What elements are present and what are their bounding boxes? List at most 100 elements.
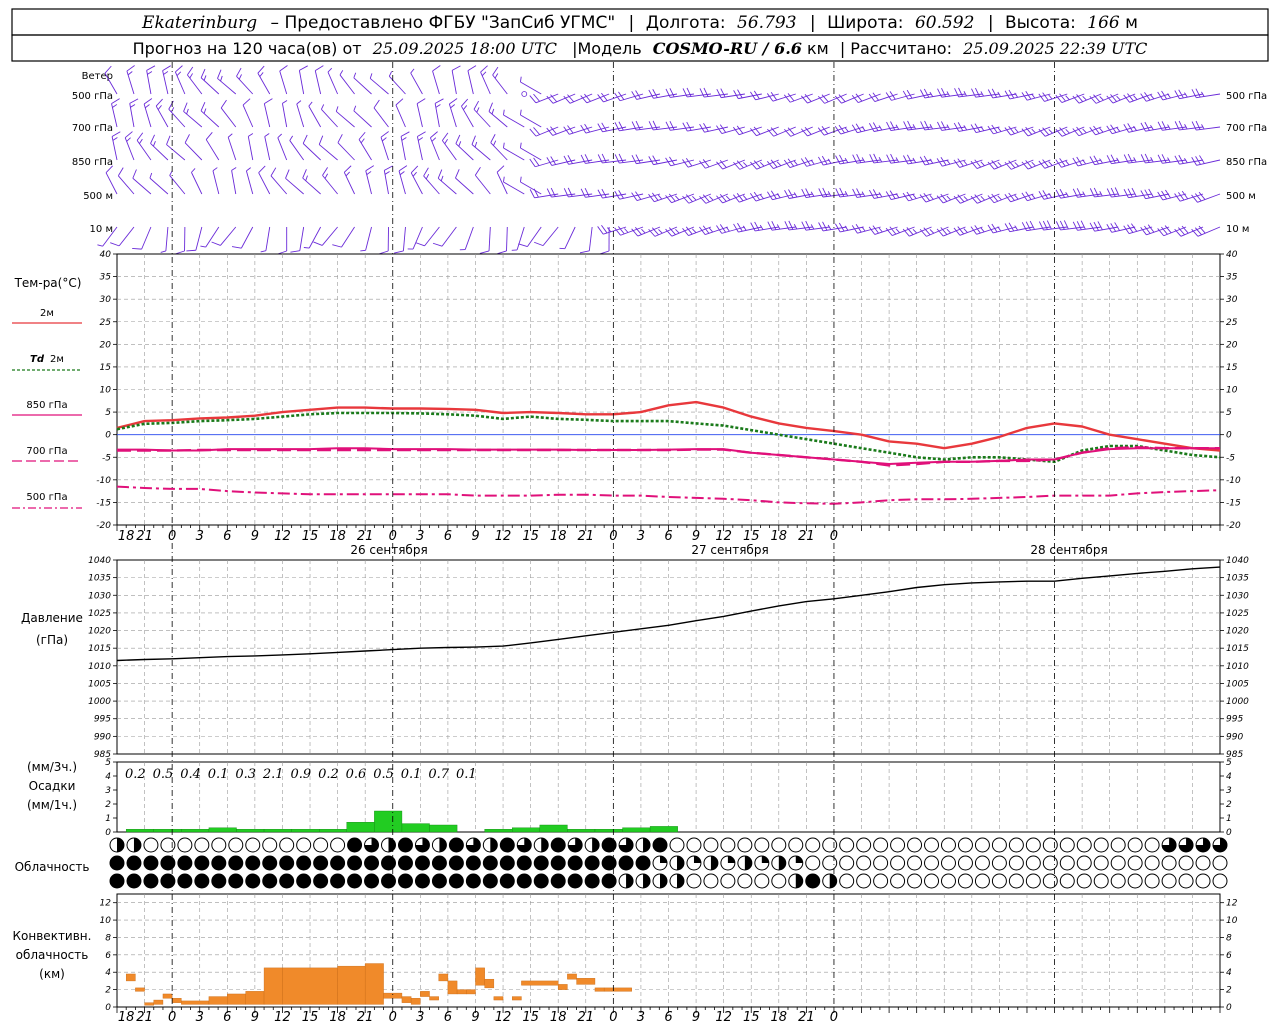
cloud-symbol-fill: [693, 856, 701, 863]
cloud-symbol: [262, 873, 278, 889]
cloud-symbol: [1178, 855, 1194, 871]
convective-bar: [558, 984, 568, 990]
wind-barb-shaft: [247, 136, 254, 161]
wind-barb-feather: [529, 95, 537, 104]
cloud-symbol: [397, 873, 413, 889]
wind-barb-feather: [1008, 89, 1015, 99]
wind-barb-feather: [868, 226, 876, 235]
wind-barb: [303, 226, 322, 249]
wind-barb-feather: [946, 195, 951, 201]
convective-bar: [282, 967, 338, 1005]
wind-barb-feather: [912, 124, 917, 130]
y-tick-label: 1035: [1226, 574, 1249, 584]
x-tick-label: 18: [771, 1010, 788, 1024]
wind-barb: [339, 70, 355, 95]
y-tick-label: 25: [1226, 318, 1238, 328]
wind-barb: [257, 65, 271, 95]
wind-barb-feather: [614, 154, 620, 164]
wind-barb-shaft: [416, 103, 423, 128]
cloud-symbol: [397, 855, 413, 871]
wind-barb-feather: [929, 195, 934, 200]
temperature-legend: 2м Td 2м 850 гПа 700 гПа 500 гПа: [12, 308, 82, 509]
wind-barb-feather: [1184, 124, 1188, 130]
cloud-symbol: [211, 837, 227, 853]
wind-barb-feather: [461, 98, 469, 107]
wind-barb-feather: [1198, 191, 1206, 200]
wind-barb-shaft: [388, 75, 406, 95]
wind-barb: [212, 167, 220, 195]
wind-barb-shaft: [166, 144, 186, 161]
wind-barb-shaft: [337, 142, 355, 161]
cloud-symbol: [1127, 855, 1143, 871]
wind-barb-feather: [150, 134, 155, 144]
cloud-symbol: [1178, 873, 1194, 889]
cloud-symbol: [177, 855, 193, 871]
wind-barb-feather: [1089, 156, 1096, 165]
wind-barb: [1038, 92, 1068, 102]
cloud-symbol: [228, 855, 244, 871]
precip-total-label: 0.4: [180, 767, 201, 782]
wind-barb: [459, 226, 474, 251]
x-tick-label: 12: [274, 1010, 291, 1024]
wind-barb-feather: [844, 127, 849, 132]
cloud-symbol: [550, 855, 566, 871]
cloud-symbol: [669, 837, 685, 853]
wind-barb-feather: [648, 193, 655, 202]
cloud-symbol: [1042, 837, 1058, 853]
x-tick-label: 18: [118, 529, 135, 544]
lon-value: 56.793: [737, 13, 796, 33]
wind-barb: [437, 169, 457, 195]
cloud-symbol: [1144, 873, 1160, 889]
cloud-symbol: [499, 837, 515, 853]
wind-barb-shaft: [132, 177, 152, 195]
wind-barb-feather: [157, 105, 162, 110]
cloud-symbol: [516, 855, 532, 871]
wind-barb: [245, 167, 254, 195]
wind-barb: [270, 167, 288, 195]
wind-barb-feather: [289, 135, 294, 141]
wind-barb-feather: [467, 65, 477, 72]
wind-barb-feather: [658, 229, 663, 234]
precip-bar: [153, 829, 182, 833]
convective-bar: [576, 978, 596, 985]
wind-barb: [597, 188, 627, 199]
cloud-symbol: [109, 873, 125, 889]
wind-barb: [205, 132, 220, 161]
cloud-symbol: [228, 873, 244, 889]
wind-barb: [471, 135, 491, 161]
y-tick-label: 5: [105, 758, 111, 768]
wind-barb: [281, 100, 288, 128]
wind-barb-feather: [1123, 124, 1130, 133]
cloud-symbol: [228, 837, 244, 853]
wind-barb-feather: [923, 88, 930, 98]
temperature-title: Тем-ра(°C): [14, 276, 82, 290]
wind-barb-feather: [434, 98, 444, 104]
cloud-symbol: [957, 837, 973, 853]
cloud-symbol: [991, 855, 1007, 871]
wind-barb-shaft: [451, 70, 457, 95]
wind-barb: [264, 133, 271, 161]
wind-barb-shaft: [516, 226, 525, 251]
wind-barb: [277, 226, 288, 255]
cloud-symbol: [279, 837, 295, 853]
wind-barb: [160, 226, 169, 253]
wind-barb-shaft: [488, 226, 491, 251]
wind-barb: [597, 224, 627, 235]
wind-barb-feather: [1048, 129, 1053, 134]
cloud-symbol: [856, 873, 872, 889]
wind-barb: [614, 189, 644, 200]
convective-bar: [153, 999, 164, 1005]
wind-barb: [835, 187, 864, 198]
wind-barb-feather: [749, 193, 757, 202]
wind-barb-feather: [827, 191, 832, 197]
cloud-symbol: [550, 837, 566, 853]
cloud-symbol: [1025, 873, 1041, 889]
cloud-symbol: [805, 873, 821, 889]
x-tick-label: 3: [637, 529, 645, 544]
wind-barb-feather: [112, 104, 118, 108]
wind-barb-shaft: [321, 109, 338, 128]
wind-barb-shaft: [432, 70, 440, 95]
cloud-symbol: [397, 837, 413, 853]
y-tick-label: 1005: [1226, 679, 1249, 689]
wind-barb-feather: [971, 88, 977, 98]
